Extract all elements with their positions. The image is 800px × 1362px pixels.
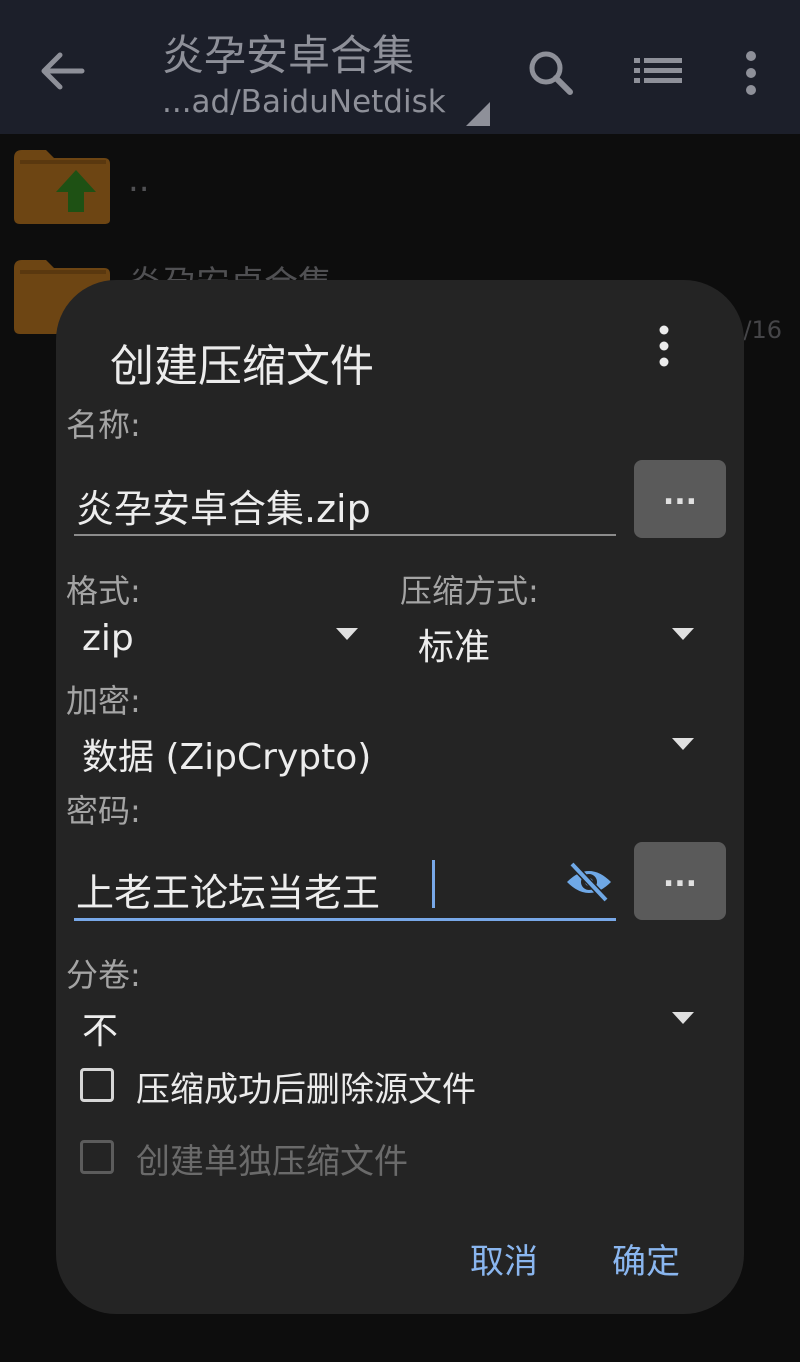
list-view-icon[interactable] [634, 52, 682, 94]
format-label: 格式: [66, 572, 141, 610]
browse-button[interactable]: ... [634, 460, 726, 538]
text-cursor [432, 860, 435, 908]
more-vertical-icon[interactable] [736, 48, 766, 98]
page-title: 炎孕安卓合集 [162, 31, 415, 80]
dropdown-triangle-icon[interactable] [466, 102, 490, 126]
name-input[interactable]: 炎孕安卓合集.zip [76, 478, 371, 533]
separate-archive-option: 创建单独压缩文件 [80, 1134, 580, 1184]
visibility-off-icon[interactable] [564, 862, 614, 902]
separate-archive-label: 创建单独压缩文件 [136, 1142, 408, 1182]
delete-source-checkbox[interactable] [80, 1068, 114, 1102]
more-vertical-icon[interactable] [652, 324, 676, 368]
format-select[interactable]: zip [82, 618, 134, 659]
dialog-title: 创建压缩文件 [110, 341, 374, 392]
split-label: 分卷: [66, 956, 141, 994]
split-select[interactable]: 不 [82, 1002, 118, 1054]
name-label: 名称: [66, 406, 141, 444]
create-archive-dialog: 创建压缩文件 名称: 炎孕安卓合集.zip ... 格式: zip 压缩方式: … [56, 280, 744, 1314]
delete-source-label: 压缩成功后删除源文件 [136, 1070, 476, 1110]
search-icon[interactable] [526, 48, 576, 98]
method-label: 压缩方式: [400, 572, 539, 610]
method-select[interactable]: 标准 [418, 618, 490, 670]
chevron-down-icon[interactable] [336, 628, 358, 642]
app-bar: 炎孕安卓合集 ...ad/BaiduNetdisk [0, 0, 800, 134]
cancel-button[interactable]: 取消 [470, 1234, 538, 1283]
chevron-down-icon[interactable] [672, 738, 694, 752]
chevron-down-icon[interactable] [672, 628, 694, 642]
delete-source-option[interactable]: 压缩成功后删除源文件 [80, 1062, 580, 1112]
password-input[interactable]: 上老王论坛当老王 [76, 862, 380, 917]
password-label: 密码: [66, 792, 141, 830]
encryption-select[interactable]: 数据 (ZipCrypto) [82, 728, 371, 780]
password-options-button[interactable]: ... [634, 842, 726, 920]
password-input-underline [74, 918, 616, 921]
name-input-underline [74, 534, 616, 536]
chevron-down-icon[interactable] [672, 1012, 694, 1026]
separate-archive-checkbox [80, 1140, 114, 1174]
encryption-label: 加密: [66, 682, 141, 720]
path-selector[interactable]: ...ad/BaiduNetdisk [162, 84, 446, 120]
back-arrow-icon[interactable] [36, 44, 90, 98]
ok-button[interactable]: 确定 [612, 1234, 680, 1283]
